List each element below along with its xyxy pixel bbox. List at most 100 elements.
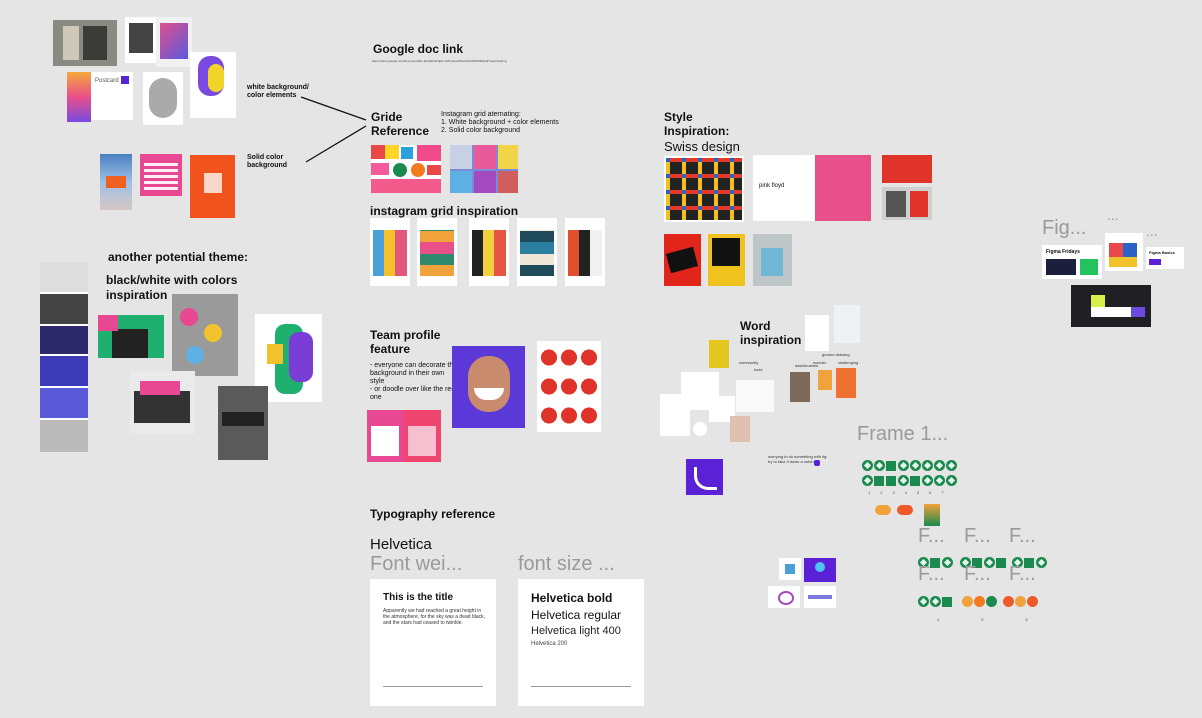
figma-basics-card-2[interactable]: Figma Basics [1146,247,1184,269]
team-profile-pink-2[interactable] [404,410,441,462]
another-theme-title: another potential theme: [108,250,249,264]
grid-reference-note: Instagram grid aternating: 1. White back… [441,111,559,134]
adventure-club-poster[interactable] [218,386,268,460]
typography-font-name: Helvetica [370,536,432,553]
frame-dots-2[interactable]: ... [1146,223,1158,239]
word-img-11[interactable] [730,416,750,442]
moodboard-thumb-5[interactable] [67,72,91,122]
orange-icons-3[interactable] [924,504,940,526]
frame-f2-label[interactable]: F... [964,525,991,548]
instagram-phone-2[interactable] [417,218,457,286]
figma-fridays-label: Figma Fridays [1046,249,1080,255]
moodboard-thumb-1[interactable] [53,20,117,66]
green-icon-row-1 [862,460,958,471]
page-num: 2 [880,490,883,495]
moodboard-thumb-2[interactable] [125,17,157,63]
logo-thumb-4[interactable] [804,586,836,608]
word-inspiration-title: Word inspiration [740,319,802,347]
word-img-yellow[interactable] [709,340,729,368]
swiss-poster-gray[interactable] [882,187,932,220]
google-doc-url[interactable]: https://docs.google.com/document/d/1-abc… [372,59,522,63]
fig-frame-label[interactable]: Fig... [1042,217,1086,240]
bottom-number-row: 4 5 6 [937,617,1028,622]
swiss-poster-blue[interactable] [753,234,792,286]
frame-f1-label[interactable]: F... [918,525,945,548]
team-profile-red-grid[interactable] [537,341,601,432]
orange-circle-icon [1015,596,1026,607]
bw-column-collage[interactable] [40,262,88,452]
frame-f4-label[interactable]: F... [918,563,945,586]
logo-thumb-1[interactable] [779,558,801,580]
font-size-frame-label[interactable]: font size ... [518,553,615,576]
frame-dots-1[interactable]: ... [1107,207,1119,223]
figma-fridays-card[interactable]: Figma Fridays [1042,245,1102,279]
frame-f3-label[interactable]: F... [1009,525,1036,548]
instagram-phone-4[interactable] [517,218,557,286]
word-img-1[interactable] [805,315,829,351]
card2-divider [531,686,631,687]
figma-basics-card[interactable] [1105,233,1143,271]
page-num: 1 [868,490,871,495]
grid-reference-image-1[interactable] [371,145,441,193]
word-img-8[interactable] [660,394,690,436]
card1-title: This is the title [383,592,454,603]
frame-f5-label[interactable]: F... [964,563,991,586]
team-profile-portrait[interactable] [452,346,525,428]
grid-reference-image-2[interactable] [450,145,518,193]
x-icon [922,475,933,486]
frame-1-label[interactable]: Frame 1... [857,423,948,446]
orange-icons-2[interactable] [897,505,913,515]
moodboard-thumb-3[interactable] [156,17,192,67]
x-icon [918,596,929,607]
instagram-grid-title: instagram grid inspiration [370,204,519,218]
card2-regular: Helvetica regular [531,608,622,622]
small-purple-icon[interactable] [814,460,820,466]
instagram-phone-3[interactable] [469,218,509,286]
word-img-4[interactable] [818,370,832,390]
swiss-poster-yellow[interactable] [708,234,745,286]
team-profile-pink-1[interactable] [367,410,404,462]
font-weight-frame-label[interactable]: Font wei... [370,553,462,576]
google-doc-title: Google doc link [373,42,464,56]
instagram-phone-1[interactable] [370,218,410,286]
moodboard-thumb-7[interactable] [143,72,183,125]
moodboard-thumb-8[interactable] [100,154,132,210]
logo-thumb-3[interactable] [768,586,800,608]
purple-logo[interactable] [686,459,723,495]
moodboard-thumb-4[interactable] [190,52,236,118]
pink-floyd-poster[interactable]: pink floyd [753,155,871,221]
logo-thumb-2[interactable] [804,558,836,582]
font-size-card[interactable]: Helvetica bold Helvetica regular Helveti… [518,579,644,706]
page-num: 6 [929,490,932,495]
saturday-poster[interactable] [172,294,238,376]
orange-icons-1[interactable] [875,505,891,515]
word-img-3[interactable] [790,372,810,402]
square-icon [886,475,896,486]
green-icon-row-2 [862,475,958,486]
team-profile-notes: - everyone can decorate the background i… [370,362,458,401]
card2-bold: Helvetica bold [531,591,613,605]
portfolio-image[interactable] [98,315,164,358]
square-icon [874,475,884,486]
word-img-7[interactable] [736,380,774,412]
instagram-phone-5[interactable] [565,218,605,286]
swiss-poster-red[interactable] [882,155,932,183]
swiss-poster-red-2[interactable] [664,234,701,286]
moodboard-thumb-10[interactable] [190,155,235,218]
moodboard-thumb-9[interactable] [140,154,182,196]
band-photo[interactable] [130,371,195,434]
dark-ui-card[interactable] [1071,285,1151,327]
word-img-2[interactable] [834,305,860,343]
font-weight-card[interactable]: This is the title Apparently we had reac… [370,579,496,706]
square-icon [942,596,952,607]
swiss-grid-image[interactable] [664,156,744,222]
x-icon [898,475,909,486]
word-note-ground: ground drawing [822,352,850,357]
square-icon [910,475,920,486]
style-inspiration-title: Style Inspiration: [664,110,730,138]
frame-f6-label[interactable]: F... [1009,563,1036,586]
word-img-5[interactable] [836,368,856,398]
x-icon [946,460,957,471]
moodboard-thumb-6[interactable]: Postcard [91,72,133,120]
word-img-10[interactable] [693,422,707,436]
